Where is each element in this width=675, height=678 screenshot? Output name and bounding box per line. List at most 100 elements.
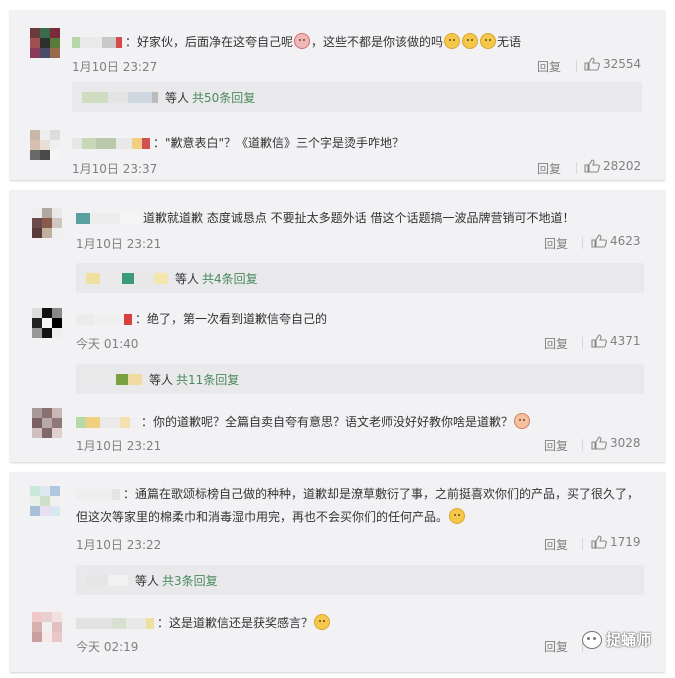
comment-item: 道歉就道歉 态度诚恳点 不要扯太多题外话 借这个话题搞一波品牌营销可不地道！ 1…: [10, 198, 665, 252]
avatar[interactable]: [30, 28, 60, 58]
divider: [576, 162, 577, 174]
divider: [582, 337, 583, 349]
comment-text: ：绝了，第一次看到道歉信夸自己的: [135, 312, 328, 326]
reply-button[interactable]: 回复: [544, 536, 568, 553]
avatar[interactable]: [30, 130, 60, 160]
comment-item: ：好家伙，后面净在这夸自己呢 ，这些不都是你该做的吗 无语 1月10日 23:27 …: [10, 18, 665, 74]
avatar[interactable]: [32, 612, 62, 642]
comment-time: 今天 02:19: [76, 640, 139, 654]
divider: [582, 538, 583, 550]
comment-time: 1月10日 23:27: [72, 60, 158, 74]
face-emoji-icon: [514, 413, 531, 429]
comment-item: ："歉意表白"？《道歉信》三个字是烫手咋地？ 1月10日 23:37 回复 28…: [10, 120, 665, 176]
like-count: 28202: [603, 159, 642, 173]
comment-item: ：你的道歉呢？全篇自卖自夸有意思？语文老师没好好教你啥是道歉？ 1月10日 23…: [10, 400, 665, 454]
reply-count[interactable]: 共4条回复: [202, 270, 258, 287]
comment-text: 道歉就道歉 态度诚恳点 不要扯太多题外话 借这个话题搞一波品牌营销可不地道！: [143, 211, 575, 225]
reply-count[interactable]: 共3条回复: [162, 572, 218, 589]
comment-text-tail: 无语: [497, 35, 522, 49]
like-count: 4623: [610, 234, 641, 248]
username-blurred[interactable]: [76, 618, 154, 629]
comment-body: ：通篇在歌颂标榜自己做的种种，道歉却是潦草敷衍了事，之前挺喜欢你们的产品，买了很…: [76, 483, 646, 529]
like-button[interactable]: 1719: [591, 535, 641, 549]
reply-button[interactable]: 回复: [544, 335, 568, 352]
reply-users-suffix: 等人: [175, 271, 200, 286]
username-blurred: [86, 574, 128, 586]
reply-users-suffix: 等人: [149, 372, 174, 387]
avatar[interactable]: [30, 486, 60, 516]
thumbs-up-icon: [584, 57, 600, 71]
reply-button[interactable]: 回复: [544, 638, 568, 655]
comment-text: ：你的道歉呢？全篇自卖自夸有意思？语文老师没好好教你啥是道歉？: [141, 415, 514, 429]
comment-body: ：这是道歉信还是获奖感言？: [76, 614, 331, 631]
reply-summary-bar[interactable]: 等人 共3条回复: [76, 565, 644, 595]
comment-time: 今天 01:40: [76, 337, 139, 351]
reply-count[interactable]: 共50条回复: [192, 89, 255, 106]
thumbs-up-icon: [591, 436, 607, 450]
comment-text-cont: ，这些不都是你该做的吗: [311, 35, 444, 49]
thumbs-up-icon: [591, 334, 607, 348]
comment-time: 1月10日 23:21: [76, 237, 162, 251]
face-emoji-icon: [449, 508, 466, 524]
reply-button[interactable]: 回复: [537, 58, 561, 75]
like-button[interactable]: 3028: [591, 436, 641, 450]
watermark-text: 捉蛹师: [605, 631, 651, 649]
like-button[interactable]: 4371: [591, 334, 641, 348]
divider: [582, 237, 583, 249]
like-button[interactable]: 32554: [584, 57, 641, 71]
face-emoji-icon: [314, 614, 331, 630]
avatar[interactable]: [32, 408, 62, 438]
divider: [576, 60, 577, 72]
username-blurred[interactable]: [76, 314, 132, 325]
reply-button[interactable]: 回复: [544, 235, 568, 252]
reply-users-suffix: 等人: [165, 90, 190, 105]
reply-summary-bar[interactable]: 等人 共4条回复: [76, 263, 644, 293]
face-emoji-icon: [444, 33, 461, 49]
like-count: 32554: [603, 57, 642, 71]
reply-button[interactable]: 回复: [537, 160, 561, 177]
wechat-icon: [581, 630, 602, 649]
reply-count[interactable]: 共11条回复: [176, 371, 239, 388]
divider: [582, 439, 583, 451]
comment-body: ：你的道歉呢？全篇自卖自夸有意思？语文老师没好好教你啥是道歉？: [76, 413, 531, 430]
comment-panel-3: ：通篇在歌颂标榜自己做的种种，道歉却是潦草敷衍了事，之前挺喜欢你们的产品，买了很…: [10, 472, 665, 672]
comment-body: ：绝了，第一次看到道歉信夸自己的: [76, 311, 327, 327]
comment-body: ："歉意表白"？《道歉信》三个字是烫手咋地？: [72, 135, 404, 151]
username-blurred[interactable]: [72, 37, 122, 48]
like-button[interactable]: 28202: [584, 159, 641, 173]
username-blurred[interactable]: [76, 489, 120, 500]
username-blurred[interactable]: [76, 417, 138, 428]
like-count: 3028: [610, 436, 641, 450]
comment-body: ：好家伙，后面净在这夸自己呢 ，这些不都是你该做的吗 无语: [72, 33, 521, 50]
comment-item: ：这是道歉信还是获奖感言？ 今天 02:19 回复: [10, 602, 665, 654]
like-count: 4371: [610, 334, 641, 348]
comment-time: 1月10日 23:37: [72, 162, 158, 176]
comment-text: ："歉意表白"？《道歉信》三个字是烫手咋地？: [153, 136, 405, 150]
username-blurred[interactable]: [76, 213, 140, 224]
comment-item: ：通篇在歌颂标榜自己做的种种，道歉却是潦草敷衍了事，之前挺喜欢你们的产品，买了很…: [10, 478, 665, 552]
reply-summary-bar[interactable]: 等人 共50条回复: [72, 82, 642, 112]
comment-panel-1: ：好家伙，后面净在这夸自己呢 ，这些不都是你该做的吗 无语 1月10日 23:27 …: [10, 10, 665, 180]
avatar[interactable]: [32, 308, 62, 338]
username-blurred: [86, 373, 142, 385]
comment-text: ：通篇在歌颂标榜自己做的种种，道歉却是潦草敷衍了事，之前挺喜欢你们的产品，买了很…: [76, 487, 640, 524]
like-count: 1719: [610, 535, 641, 549]
thumbs-up-icon: [584, 159, 600, 173]
avatar[interactable]: [32, 208, 62, 238]
face-emoji-icon: [480, 33, 497, 49]
comment-item: ：绝了，第一次看到道歉信夸自己的 今天 01:40 回复 4371: [10, 298, 665, 352]
reply-button[interactable]: 回复: [544, 437, 568, 454]
comment-time: 1月10日 23:21: [76, 439, 162, 453]
username-blurred[interactable]: [72, 138, 150, 149]
comment-body: 道歉就道歉 态度诚恳点 不要扯太多题外话 借这个话题搞一波品牌营销可不地道！: [76, 210, 574, 226]
face-emoji-icon: [462, 33, 479, 49]
comment-panel-2: 道歉就道歉 态度诚恳点 不要扯太多题外话 借这个话题搞一波品牌营销可不地道！ 1…: [10, 190, 665, 462]
username-blurred: [82, 91, 158, 103]
comment-text: ：这是道歉信还是获奖感言？: [157, 616, 314, 630]
comment-time: 1月10日 23:22: [76, 538, 162, 552]
watermark: 捉蛹师: [581, 629, 651, 650]
thumbs-up-icon: [591, 234, 607, 248]
comment-text: ：好家伙，后面净在这夸自己呢: [125, 35, 294, 49]
like-button[interactable]: 4623: [591, 234, 641, 248]
reply-summary-bar[interactable]: 等人 共11条回复: [76, 364, 644, 394]
